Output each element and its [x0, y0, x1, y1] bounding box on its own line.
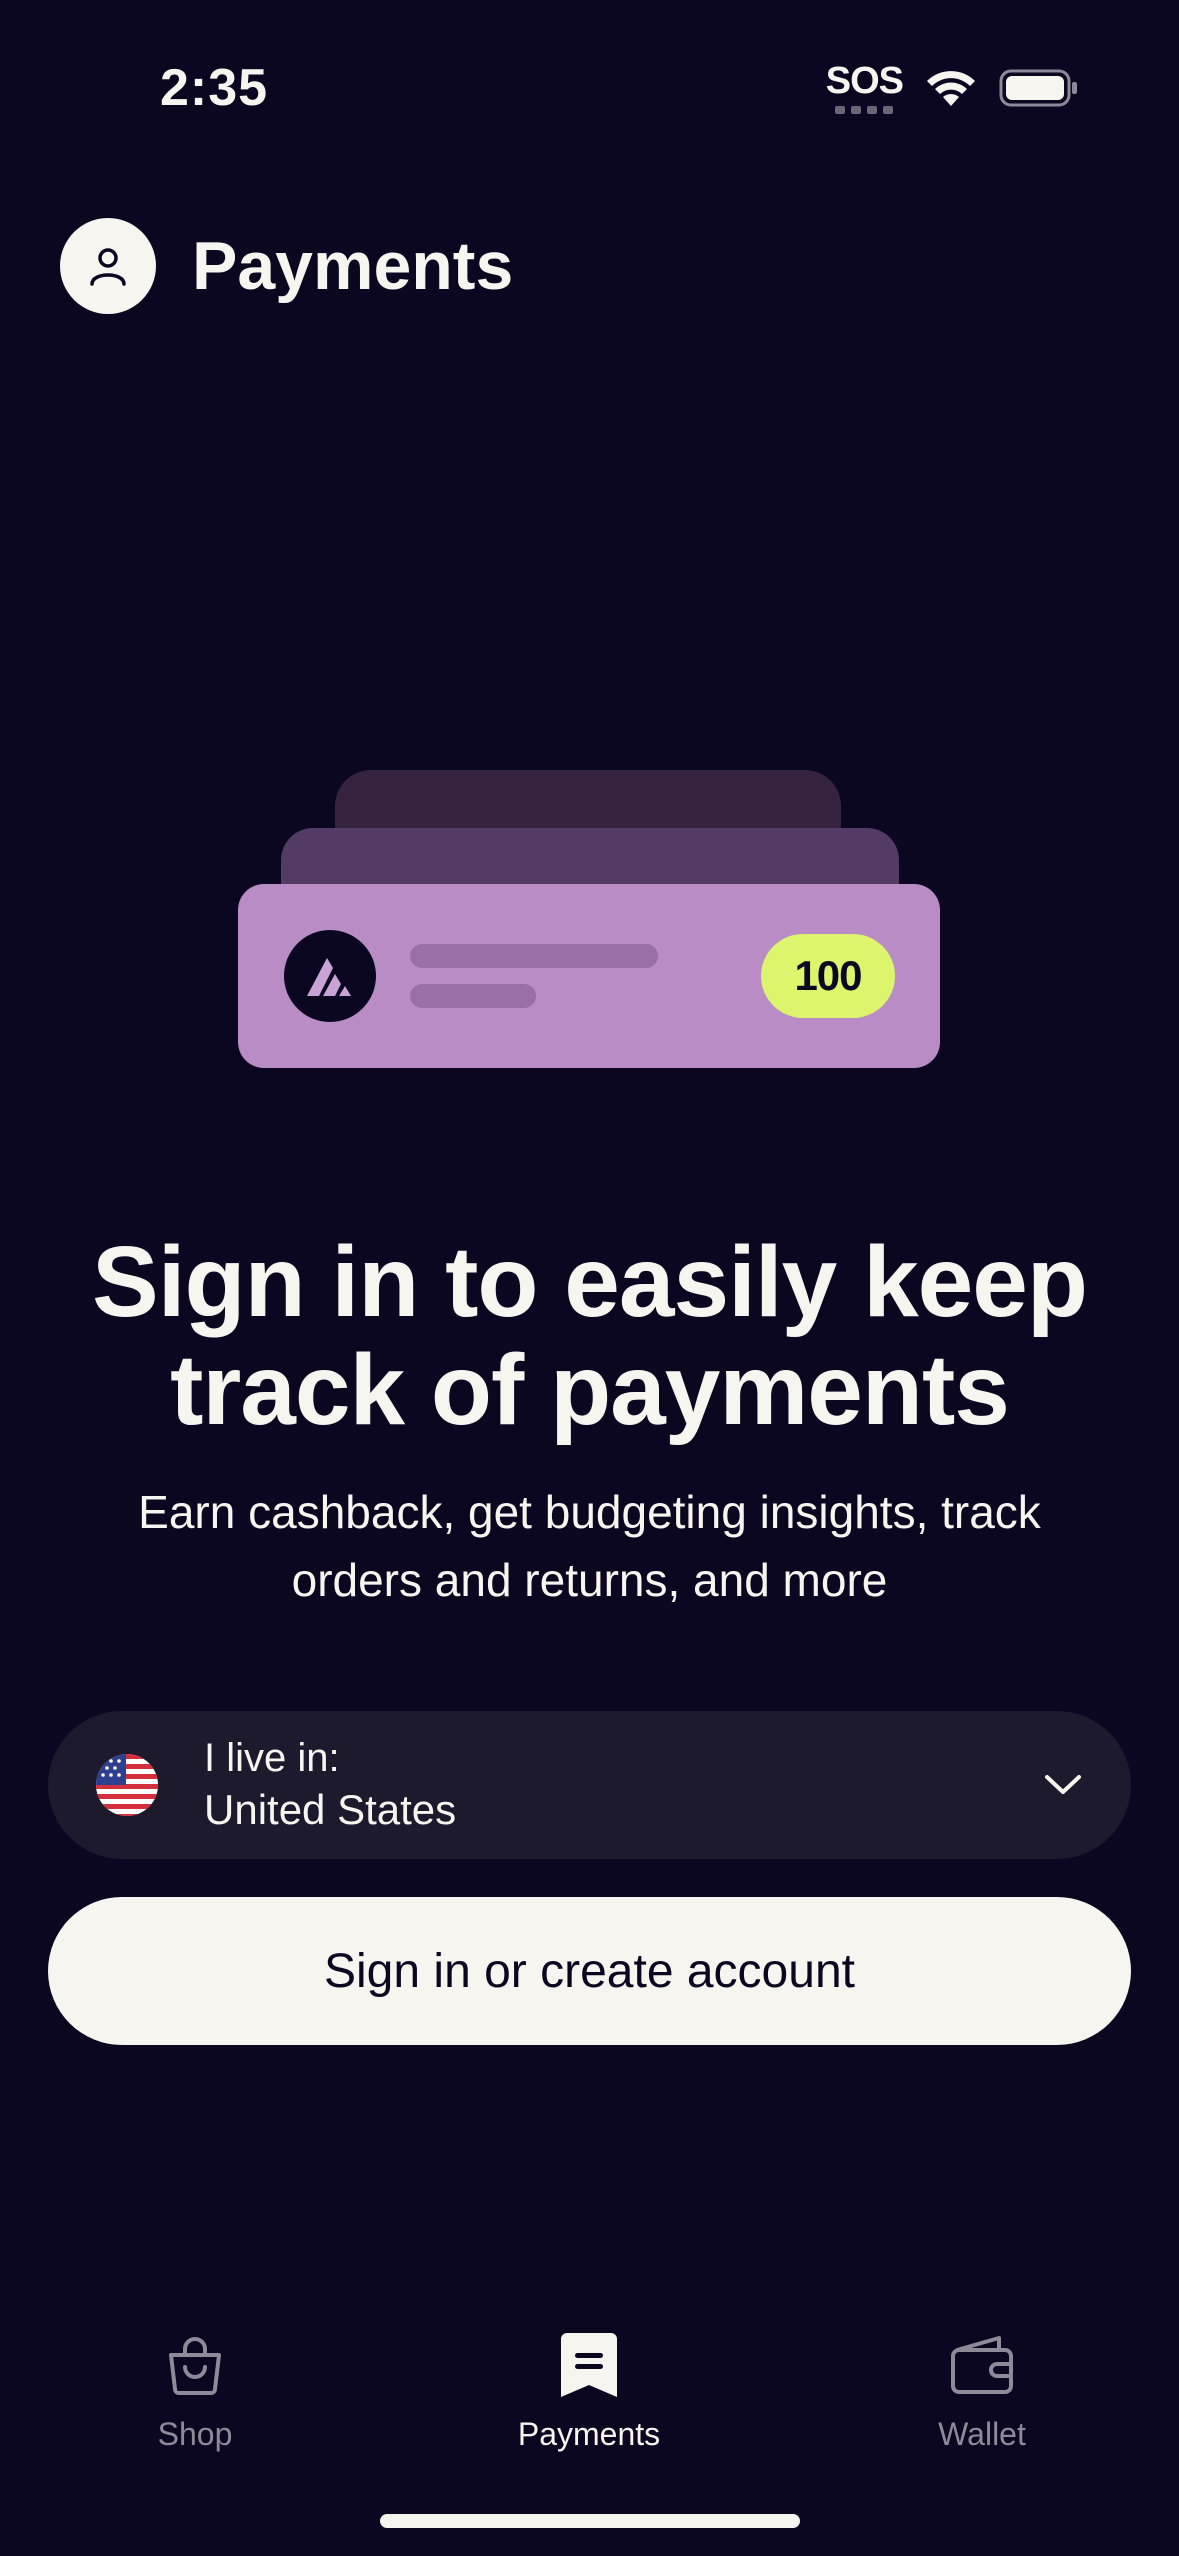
- chevron-down-icon: [1041, 1763, 1085, 1807]
- home-indicator[interactable]: [380, 2514, 800, 2528]
- headline: Sign in to easily keep track of payments: [0, 1228, 1179, 1444]
- country-text: I live in: United States: [204, 1733, 1041, 1837]
- wallet-icon: [947, 2330, 1017, 2400]
- card-stack-front: 100: [238, 884, 940, 1068]
- tab-label: Wallet: [938, 2416, 1026, 2452]
- header: Payments: [60, 218, 513, 314]
- tab-wallet[interactable]: Wallet: [862, 2330, 1102, 2453]
- headline-line: track of payments: [170, 1334, 1010, 1446]
- person-icon: [90, 248, 126, 286]
- sos-indicator: SOS: [825, 60, 904, 114]
- page-title: Payments: [192, 228, 514, 304]
- tab-payments[interactable]: Payments: [469, 2330, 709, 2453]
- country-label: I live in:: [204, 1736, 340, 1780]
- status-icons: SOS: [826, 62, 1079, 114]
- tab-label: Payments: [517, 2416, 661, 2452]
- tab-label: Shop: [157, 2416, 233, 2452]
- card-placeholder-line: [410, 984, 536, 1008]
- signal-dots: [826, 106, 903, 114]
- receipt-icon: [554, 2330, 624, 2400]
- country-select[interactable]: I live in: United States: [48, 1711, 1131, 1859]
- card-placeholder-line: [410, 944, 658, 968]
- headline-line: Sign in to easily keep: [92, 1226, 1088, 1338]
- tab-shop[interactable]: Shop: [75, 2330, 315, 2453]
- subtext: Earn cashback, get budgeting insights, t…: [138, 1486, 1041, 1606]
- brand-logo-icon: [284, 930, 376, 1022]
- country-value: United States: [204, 1786, 457, 1833]
- battery-icon: [999, 69, 1077, 107]
- us-flag-icon: [96, 1754, 158, 1816]
- status-time: 2:35: [160, 59, 269, 117]
- card-points-badge: 100: [761, 934, 895, 1018]
- sos-label: SOS: [825, 60, 904, 102]
- sign-in-button[interactable]: Sign in or create account: [48, 1897, 1131, 2045]
- wifi-icon: [927, 71, 975, 106]
- profile-avatar-button[interactable]: [60, 218, 156, 314]
- shopping-bag-icon: [160, 2330, 230, 2400]
